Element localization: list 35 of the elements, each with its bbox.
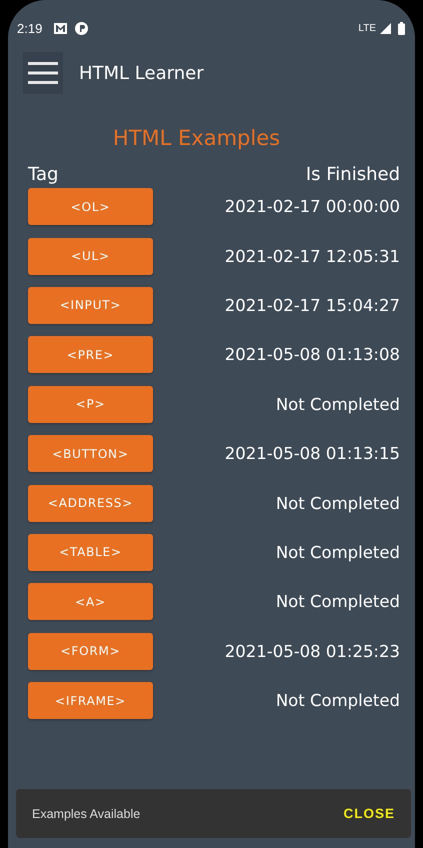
- battery-icon: [398, 22, 405, 34]
- finished-time: 2021-02-17 00:00:00: [224, 197, 400, 216]
- finished-time: Not Completed: [276, 542, 400, 562]
- tag-button[interactable]: <UL>: [28, 238, 153, 275]
- tag-button[interactable]: <TABLE>: [28, 534, 153, 571]
- network-label: LTE: [358, 22, 376, 34]
- finished-time: Not Completed: [276, 494, 400, 513]
- column-header: Tag: [28, 164, 58, 184]
- finished-time: 2021-02-17 12:05:31: [224, 246, 400, 266]
- snackbar-message: Examples Available: [32, 806, 140, 820]
- close-button[interactable]: CLOSE: [343, 806, 395, 821]
- finished-time: Not Completed: [276, 691, 400, 710]
- tag-button[interactable]: <BUTTON>: [28, 435, 153, 472]
- tag-button[interactable]: <IFRAME>: [28, 682, 153, 720]
- tag-button[interactable]: <INPUT>: [28, 286, 153, 324]
- circle-icon: [75, 22, 88, 34]
- page-heading: HTML Examples: [112, 126, 282, 152]
- tag-button[interactable]: <OL>: [28, 188, 153, 226]
- finished-time: 2021-05-08 01:13:15: [224, 444, 400, 464]
- finished-time: Not Completed: [276, 394, 400, 414]
- tag-button[interactable]: <FORM>: [28, 632, 153, 670]
- app-title: HTML Learner: [79, 62, 204, 84]
- tag-button[interactable]: <A>: [28, 583, 153, 620]
- status-time: 2:19: [17, 20, 42, 36]
- finished-time: 2021-05-08 01:25:23: [224, 642, 400, 661]
- finished-time: Not Completed: [276, 592, 400, 612]
- column-header: Is Finished: [306, 164, 400, 184]
- signal-icon: [380, 22, 391, 34]
- tag-button[interactable]: <P>: [28, 386, 153, 423]
- finished-time: 2021-05-08 01:13:08: [224, 345, 400, 364]
- finished-time: 2021-02-17 15:04:27: [224, 296, 400, 315]
- mail-icon: [53, 22, 68, 34]
- tag-button[interactable]: <ADDRESS>: [28, 484, 153, 522]
- tag-button[interactable]: <PRE>: [28, 336, 153, 374]
- menu-button[interactable]: [23, 52, 63, 94]
